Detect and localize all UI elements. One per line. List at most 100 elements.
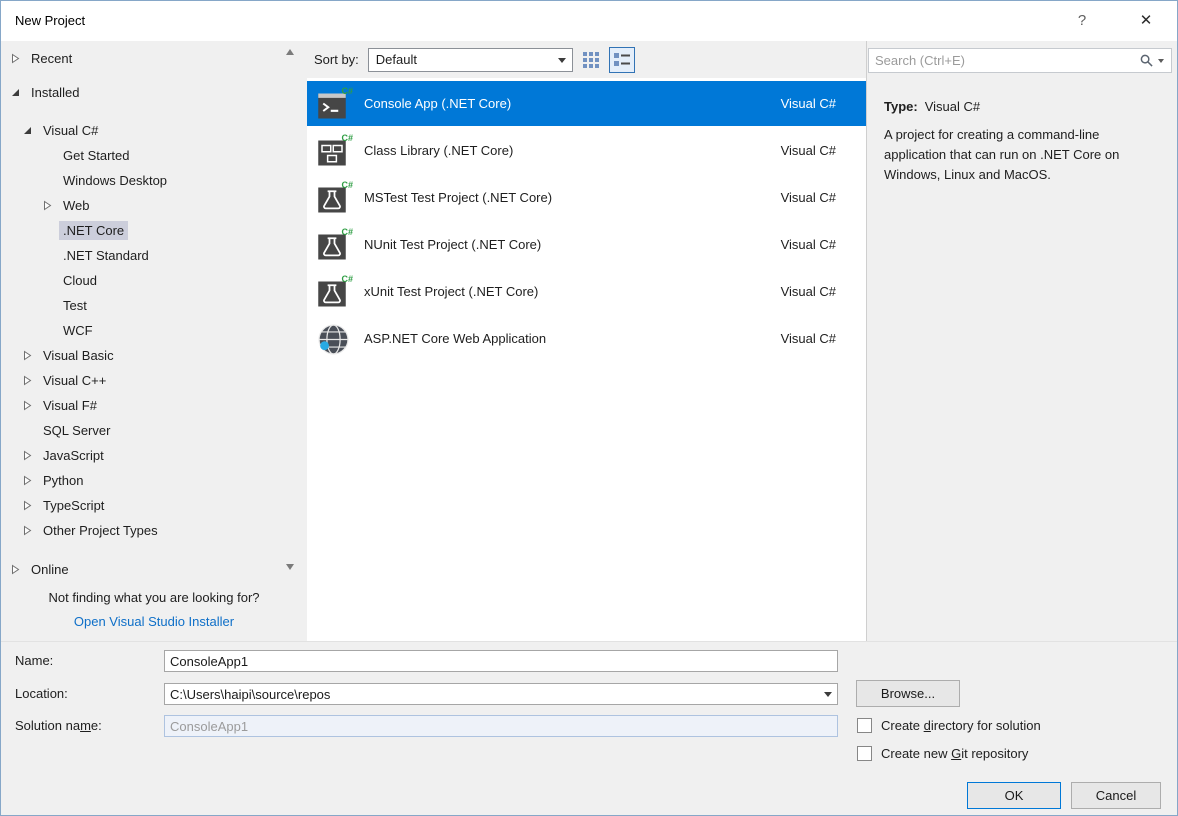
template-language: Visual C# <box>781 237 836 252</box>
ok-button[interactable]: OK <box>967 782 1061 809</box>
sidebar-item-sql-server[interactable]: SQL Server <box>1 418 307 443</box>
create-directory-checkbox-row[interactable]: Create directory for solution <box>857 718 1041 733</box>
expander-collapsed-icon[interactable] <box>11 564 27 575</box>
expander-collapsed-icon[interactable] <box>11 53 27 64</box>
close-icon[interactable]: ✕ <box>1129 1 1163 41</box>
scroll-down-icon[interactable] <box>286 564 294 570</box>
cancel-button[interactable]: Cancel <box>1071 782 1161 809</box>
expander-collapsed-icon[interactable] <box>23 525 39 536</box>
name-field[interactable] <box>164 650 838 672</box>
tree-label: Visual C# <box>39 121 102 140</box>
create-git-repo-checkbox-row[interactable]: Create new Git repository <box>857 746 1028 761</box>
expander-expanded-icon[interactable] <box>11 87 27 98</box>
template-language: Visual C# <box>781 331 836 346</box>
test-flask-icon: C# <box>317 274 353 310</box>
sidebar-item-visual-fsharp[interactable]: Visual F# <box>1 393 307 418</box>
tree-label: Recent <box>27 49 76 68</box>
expander-collapsed-icon[interactable] <box>23 375 39 386</box>
tree-label: Python <box>39 471 87 490</box>
sort-by-label: Sort by: <box>314 52 359 67</box>
label-accel: d <box>924 718 931 733</box>
scroll-up-icon[interactable] <box>286 49 294 55</box>
template-language: Visual C# <box>781 284 836 299</box>
help-icon[interactable]: ? <box>1067 1 1097 41</box>
expander-expanded-icon[interactable] <box>23 125 39 136</box>
browse-button[interactable]: Browse... <box>856 680 960 707</box>
template-item-xunit[interactable]: C# xUnit Test Project (.NET Core) Visual… <box>307 269 866 314</box>
titlebar: New Project ? ✕ <box>1 1 1177 41</box>
type-value: Visual C# <box>925 99 980 114</box>
sidebar-item-windows-desktop[interactable]: Windows Desktop <box>1 168 307 193</box>
template-item-class-library[interactable]: C# Class Library (.NET Core) Visual C# <box>307 128 866 173</box>
sidebar-item-wcf[interactable]: WCF <box>1 318 307 343</box>
solution-name-field[interactable] <box>164 715 838 737</box>
template-name: Class Library (.NET Core) <box>364 143 513 158</box>
expander-collapsed-icon[interactable] <box>23 475 39 486</box>
template-item-console-app[interactable]: C# Console App (.NET Core) Visual C# <box>307 81 866 126</box>
location-label: Location: <box>15 683 68 705</box>
new-project-dialog: New Project ? ✕ Recent Installed Visual … <box>0 0 1178 816</box>
location-field[interactable] <box>164 683 838 705</box>
search-input[interactable] <box>869 53 1140 68</box>
template-item-nunit[interactable]: C# NUnit Test Project (.NET Core) Visual… <box>307 222 866 267</box>
expander-collapsed-icon[interactable] <box>43 200 59 211</box>
sidebar-item-cloud[interactable]: Cloud <box>1 268 307 293</box>
sidebar-item-net-standard[interactable]: .NET Standard <box>1 243 307 268</box>
search-box[interactable] <box>868 48 1172 73</box>
template-language: Visual C# <box>781 143 836 158</box>
search-icon[interactable] <box>1140 54 1153 67</box>
template-language: Visual C# <box>781 190 836 205</box>
globe-icon <box>317 321 353 357</box>
template-item-aspnet-core-web[interactable]: ASP.NET Core Web Application Visual C# <box>307 316 866 361</box>
sidebar-scrollbar[interactable] <box>284 46 297 573</box>
tree-label: Other Project Types <box>39 521 162 540</box>
template-item-mstest[interactable]: C# MSTest Test Project (.NET Core) Visua… <box>307 175 866 220</box>
sidebar-item-python[interactable]: Python <box>1 468 307 493</box>
sidebar-item-get-started[interactable]: Get Started <box>1 143 307 168</box>
sidebar-item-installed[interactable]: Installed <box>1 80 307 105</box>
sidebar-item-recent[interactable]: Recent <box>1 46 307 71</box>
sidebar-item-typescript[interactable]: TypeScript <box>1 493 307 518</box>
name-label: Name: <box>15 650 53 672</box>
label-text: it repository <box>961 746 1028 761</box>
expander-collapsed-icon[interactable] <box>23 350 39 361</box>
template-toolbar: Sort by: Default <box>307 41 866 78</box>
checkbox-unchecked[interactable] <box>857 746 872 761</box>
test-flask-icon: C# <box>317 227 353 263</box>
csharp-badge: C# <box>341 274 353 284</box>
small-icons-view-button[interactable] <box>578 47 604 73</box>
template-panel: Sort by: Default C# Console App (.NET Co… <box>307 41 866 641</box>
template-name: MSTest Test Project (.NET Core) <box>364 190 552 205</box>
not-finding-text: Not finding what you are looking for? <box>1 590 307 605</box>
sidebar-item-visual-csharp[interactable]: Visual C# <box>1 118 307 143</box>
label-text: Solution na <box>15 718 80 733</box>
sidebar-item-visual-basic[interactable]: Visual Basic <box>1 343 307 368</box>
create-git-repo-label: Create new Git repository <box>881 746 1028 761</box>
sidebar-item-javascript[interactable]: JavaScript <box>1 443 307 468</box>
list-view-button[interactable] <box>609 47 635 73</box>
label-text: Create new <box>881 746 951 761</box>
sidebar-item-other-project-types[interactable]: Other Project Types <box>1 518 307 543</box>
open-installer-link[interactable]: Open Visual Studio Installer <box>74 614 234 629</box>
location-combobox[interactable] <box>164 683 838 705</box>
sidebar-item-web[interactable]: Web <box>1 193 307 218</box>
sidebar-item-test[interactable]: Test <box>1 293 307 318</box>
template-language: Visual C# <box>781 96 836 111</box>
chevron-down-icon <box>558 58 566 63</box>
search-options-chevron-icon[interactable] <box>1158 59 1164 63</box>
template-description: A project for creating a command-line ap… <box>884 125 1165 185</box>
expander-collapsed-icon[interactable] <box>23 450 39 461</box>
expander-collapsed-icon[interactable] <box>23 500 39 511</box>
solution-name-label: Solution name: <box>15 715 102 737</box>
tree-label: Web <box>59 196 94 215</box>
expander-collapsed-icon[interactable] <box>23 400 39 411</box>
sidebar-item-online[interactable]: Online <box>1 557 307 582</box>
checkbox-unchecked[interactable] <box>857 718 872 733</box>
sidebar-item-net-core[interactable]: .NET Core <box>1 218 307 243</box>
chevron-down-icon[interactable] <box>824 692 832 697</box>
tree-label: Visual C++ <box>39 371 110 390</box>
project-form: Name: Location: Browse... Solution name:… <box>1 641 1178 816</box>
sort-by-dropdown[interactable]: Default <box>368 48 573 72</box>
window-title: New Project <box>15 1 85 41</box>
sidebar-item-visual-cpp[interactable]: Visual C++ <box>1 368 307 393</box>
